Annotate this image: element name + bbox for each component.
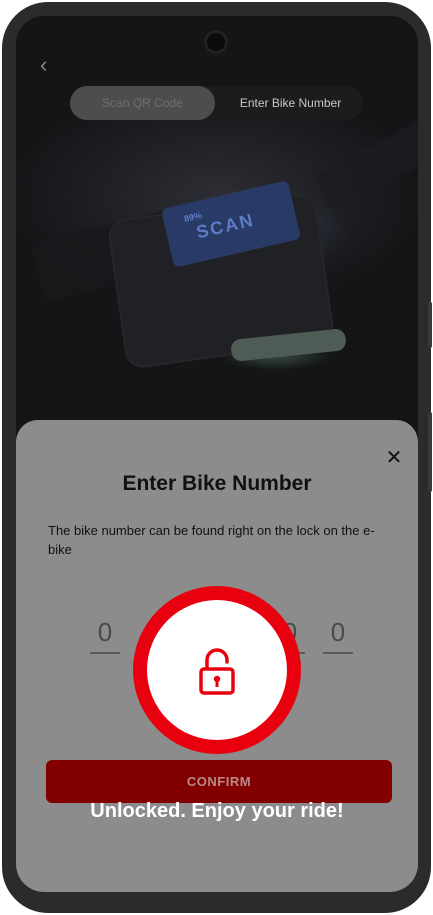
front-camera xyxy=(204,30,228,54)
sheet-title: Enter Bike Number xyxy=(122,472,312,495)
unlock-icon xyxy=(199,648,235,695)
tab-scan-qr[interactable]: Scan QR Code xyxy=(70,86,215,120)
digit-input-1[interactable]: 0 xyxy=(90,617,120,648)
screen: 89% SCAN ‹ Scan QR Code Enter Bike Numbe… xyxy=(16,16,418,892)
phone-frame: 89% SCAN ‹ Scan QR Code Enter Bike Numbe… xyxy=(2,2,432,913)
handlebar-right xyxy=(313,120,418,212)
unlock-badge-inner xyxy=(147,600,287,740)
power-button xyxy=(428,412,432,492)
tab-enter-number[interactable]: Enter Bike Number xyxy=(218,86,363,120)
confirm-button[interactable]: CONFIRM xyxy=(46,760,392,803)
close-button[interactable]: ✕ xyxy=(382,446,406,470)
camera-preview: 89% SCAN xyxy=(16,16,418,436)
unlocked-message: Unlocked. Enjoy your ride! xyxy=(90,800,344,822)
digit-underline xyxy=(90,652,120,654)
mode-toggle: Scan QR Code Enter Bike Number xyxy=(70,86,363,120)
volume-button xyxy=(428,302,432,348)
back-button[interactable]: ‹ xyxy=(40,54,47,76)
digit-underline xyxy=(323,652,353,654)
digit-input-5[interactable]: 0 xyxy=(323,617,353,648)
sheet-description: The bike number can be found right on th… xyxy=(48,523,375,557)
unlock-badge xyxy=(133,586,301,754)
